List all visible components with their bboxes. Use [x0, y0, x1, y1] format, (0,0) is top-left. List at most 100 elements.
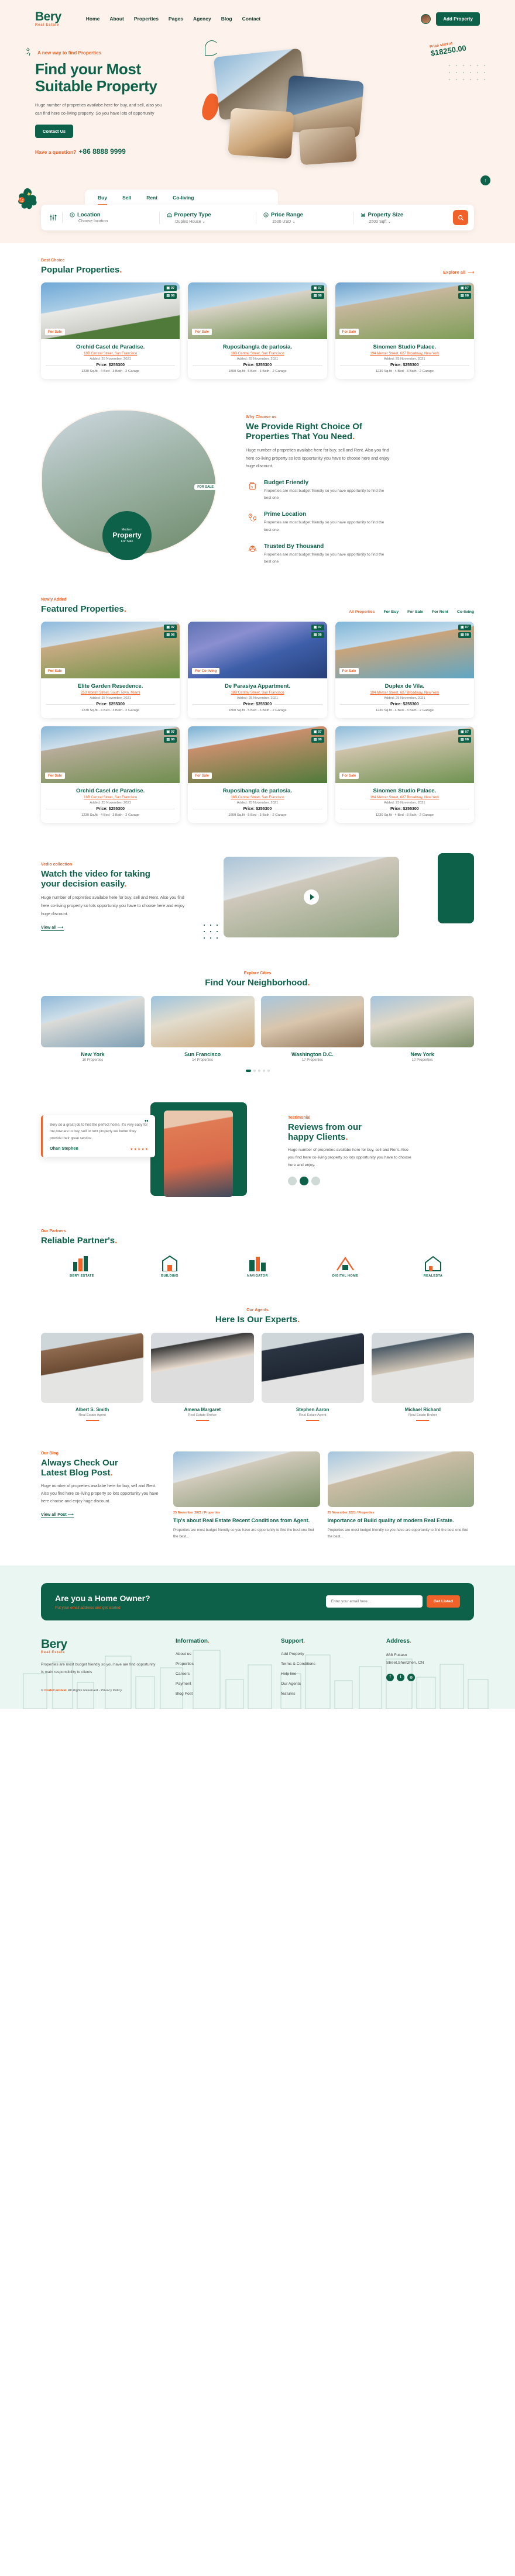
expert-card[interactable]: Michael Richard Real Estate Broker	[371, 1333, 474, 1421]
search-tab-sell[interactable]: Sell	[122, 195, 131, 205]
filter-sliders-icon[interactable]	[47, 211, 60, 224]
filter-location[interactable]: Location Choose location	[62, 212, 159, 223]
property-address[interactable]: 18B Central Street, San Francisco	[193, 691, 322, 695]
footer-link-helpline[interactable]: Help line	[281, 1672, 369, 1676]
neighborhood-card[interactable]: Sun Francisco 14 Properties	[150, 996, 255, 1062]
footer-link-our-agents[interactable]: Our Agents	[281, 1682, 369, 1686]
filter-price-range[interactable]: $ Price Range 1500 USD ⌄	[256, 211, 353, 224]
video-title: Watch the video for taking your decision …	[41, 869, 150, 889]
carousel-dot[interactable]	[262, 1070, 265, 1072]
property-meta: 1230 Sq.fit - 4 Bed - 3 Bath - 2 Garage	[81, 370, 140, 373]
featured-tab-all[interactable]: All Properties	[349, 610, 375, 614]
property-card[interactable]: ▣ 07 ▤ 08 For Co-living De Parasiya Appartm…	[188, 622, 327, 718]
property-address[interactable]: 18B Central Street, San Francisco	[46, 352, 175, 356]
search-tab-rent[interactable]: Rent	[146, 195, 157, 205]
carousel-dot[interactable]	[267, 1070, 270, 1072]
testimonial-avatar[interactable]	[311, 1176, 320, 1185]
expert-card[interactable]: Stephen Aaron Real Estate Agent	[261, 1333, 364, 1421]
property-address[interactable]: 253 Montril Street, South Town, Miami	[46, 691, 175, 695]
property-card[interactable]: ▣ 07 ▤ 08 For Sale Orchid Casel de Paradise…	[41, 726, 180, 823]
neighborhood-carousel-dots[interactable]	[41, 1070, 474, 1072]
nav-item-contact[interactable]: Contact	[242, 16, 261, 22]
property-card[interactable]: ▣ 07 ▤ 08 For Sale Ruposibangla de parlosi…	[188, 282, 327, 379]
footer-link-about[interactable]: About us	[176, 1652, 263, 1656]
nav-item-agency[interactable]: Agency	[193, 16, 211, 22]
filter-property-type[interactable]: Property Type Duplex House ⌄	[159, 211, 256, 224]
featured-tab-buy[interactable]: For Buy	[383, 610, 399, 614]
facebook-icon[interactable]: f	[386, 1673, 394, 1681]
add-property-button[interactable]: Add Property	[436, 12, 480, 26]
property-card[interactable]: ▣ 07 ▤ 08 For Sale Ruposibangla de parlosia…	[188, 726, 327, 823]
featured-tab-coliving[interactable]: Co-living	[457, 610, 474, 614]
footer-logo[interactable]: Bery Real Estate	[41, 1638, 133, 1654]
expert-card[interactable]: Albert S. Smith Real Estate Agent	[41, 1333, 144, 1421]
nav-item-properties[interactable]: Properties	[134, 16, 159, 22]
property-address[interactable]: 18B Central Street, San Francisco	[193, 796, 322, 799]
video-section: Vedio collection Watch the video for tak…	[0, 838, 515, 956]
expert-photo	[371, 1333, 474, 1403]
testimonial-avatar-active[interactable]	[300, 1176, 308, 1185]
filter-property-size[interactable]: Property Size 2500 Sqft ⌄	[352, 211, 450, 224]
newsletter-email-input[interactable]	[325, 1595, 423, 1608]
property-address[interactable]: 194 Mercer Street, 627 Broadway, New Yor…	[340, 352, 469, 356]
property-card[interactable]: ▣ 07 ▤ 08 For Sale Sinomen Studio Palace. …	[335, 282, 474, 379]
location-pin-icon	[70, 212, 75, 218]
expert-card[interactable]: Amena Margaret Real Estate Broker	[151, 1333, 254, 1421]
carousel-dot[interactable]	[253, 1070, 256, 1072]
blog-post-card[interactable]: 25 November 2021 / Properties Tip's abou…	[173, 1451, 320, 1540]
site-logo[interactable]: Bery Real Estate	[35, 11, 61, 27]
footer-link-careers[interactable]: Careers	[176, 1672, 263, 1676]
hero-phone-number[interactable]: +86 8888 9999	[78, 147, 125, 156]
search-tab-coliving[interactable]: Co-living	[173, 195, 194, 205]
property-status-tag: For Sale	[339, 773, 359, 779]
property-title: Sinomen Studio Palace.	[373, 788, 437, 794]
neighborhood-card[interactable]: New York 10 Properties	[41, 996, 145, 1062]
user-avatar[interactable]	[421, 13, 431, 24]
property-address[interactable]: 18B Central Street, San Francisco	[46, 796, 175, 799]
popular-explore-all-link[interactable]: Explore all ⟶	[443, 270, 474, 275]
partner-item[interactable]: NAVIGATOR	[217, 1254, 298, 1278]
testimonial-avatar-nav[interactable]	[288, 1176, 474, 1185]
blog-post-card[interactable]: 25 November 2021 / Properties Importance…	[327, 1451, 474, 1540]
footer-link-blogpost[interactable]: Blog Post	[176, 1692, 263, 1696]
partner-item[interactable]: REALESTA	[392, 1254, 474, 1278]
partner-item[interactable]: DIGITAL HOME	[304, 1254, 386, 1278]
search-tab-buy[interactable]: Buy	[98, 195, 108, 205]
partner-item[interactable]: BUILDING	[129, 1254, 211, 1278]
neighborhood-card[interactable]: New York 10 Properties	[370, 996, 474, 1062]
testimonial-avatar[interactable]	[288, 1176, 297, 1185]
footer-link-terms[interactable]: Terms & Conditions	[281, 1662, 369, 1666]
blog-view-all-link[interactable]: View all Post ⟶	[41, 1512, 74, 1519]
carousel-dot[interactable]	[245, 1070, 251, 1072]
footer-link-properties[interactable]: Properties	[176, 1662, 263, 1666]
property-address[interactable]: 194 Mercer Street, 627 Broadway, New Yor…	[340, 691, 469, 695]
partner-item[interactable]: BERY ESTATE	[41, 1254, 123, 1278]
property-address[interactable]: 18B Central Street, San Francisco	[193, 352, 322, 356]
property-card[interactable]: ▣ 07 ▤ 08 For Sale Elite Garden Resedence. …	[41, 622, 180, 718]
camera-icon: ▣	[166, 626, 170, 629]
instagram-icon[interactable]: ◎	[407, 1673, 415, 1681]
play-button-icon[interactable]	[304, 889, 319, 905]
search-button[interactable]	[453, 210, 468, 225]
featured-tab-rent[interactable]: For Rent	[432, 610, 448, 614]
twitter-icon[interactable]: t	[397, 1673, 404, 1681]
scroll-to-top-button[interactable]: ↑	[480, 175, 490, 185]
nav-item-about[interactable]: About	[109, 16, 124, 22]
footer-link-add-property[interactable]: Add Property	[281, 1652, 369, 1656]
carousel-dot[interactable]	[258, 1070, 260, 1072]
contact-us-button[interactable]: Contact Us	[35, 125, 74, 139]
video-thumbnail[interactable]	[224, 857, 399, 937]
video-view-all-link[interactable]: View all ⟶	[41, 925, 64, 931]
footer-link-payment[interactable]: Payment	[176, 1682, 263, 1686]
property-card[interactable]: ▣ 07 ▤ 08 For Sale Sinomen Studio Palace. 1…	[335, 726, 474, 823]
property-card[interactable]: ▣ 07 ▤ 08 For Sale Orchid Casel de Paradis…	[41, 282, 180, 379]
nav-item-home[interactable]: Home	[86, 16, 100, 22]
footer-link-features[interactable]: features	[281, 1692, 369, 1696]
nav-item-pages[interactable]: Pages	[169, 16, 183, 22]
newsletter-submit-button[interactable]: Get Listed	[426, 1595, 460, 1608]
property-card[interactable]: ▣ 07 ▤ 08 For Sale Duplex de Vila. 194 Merc…	[335, 622, 474, 718]
featured-tab-sale[interactable]: For Sale	[407, 610, 423, 614]
neighborhood-card[interactable]: Washington D.C. 17 Properties	[260, 996, 365, 1062]
property-address[interactable]: 194 Mercer Street, 627 Broadway, New Yor…	[340, 796, 469, 799]
nav-item-blog[interactable]: Blog	[221, 16, 232, 22]
